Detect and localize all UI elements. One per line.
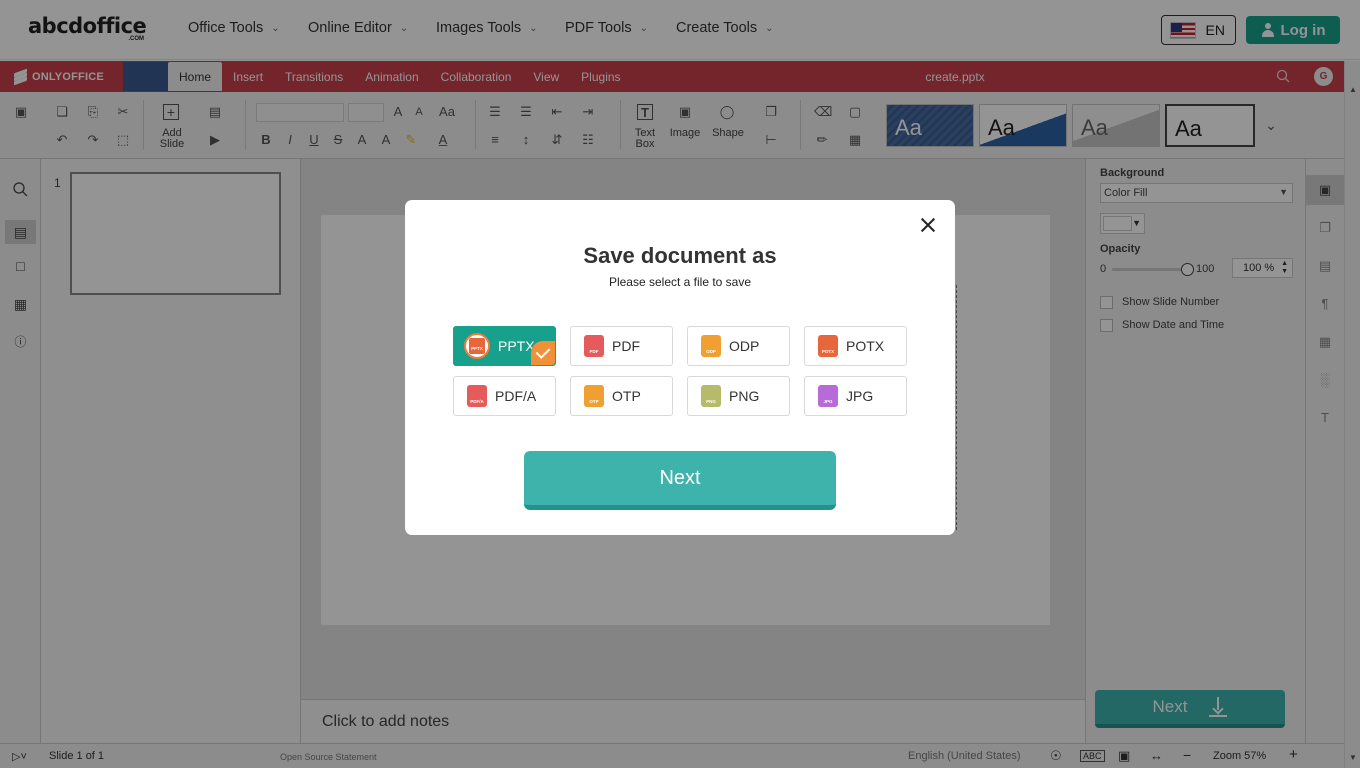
dialog-title: Save document as <box>583 243 777 268</box>
format-label: OTP <box>612 388 641 404</box>
format-option-otp[interactable]: OTP OTP <box>570 376 673 416</box>
format-label: PDF <box>612 338 640 354</box>
format-label: ODP <box>729 338 760 354</box>
jpg-file-icon: JPG <box>818 385 838 407</box>
format-option-pdfa[interactable]: PDF/A PDF/A <box>453 376 556 416</box>
format-option-jpg[interactable]: JPG JPG <box>804 376 907 416</box>
format-label: POTX <box>846 338 885 354</box>
pdfa-file-icon: PDF/A <box>467 385 487 407</box>
png-file-icon: PNG <box>701 385 721 407</box>
close-icon[interactable] <box>918 215 938 235</box>
odp-file-icon: ODP <box>701 335 721 357</box>
format-option-odp[interactable]: ODP ODP <box>687 326 790 366</box>
potx-file-icon: POTX <box>818 335 838 357</box>
next-button[interactable]: Next <box>524 451 836 510</box>
pptx-file-icon: PPTX <box>464 333 490 359</box>
checkmark-icon <box>531 341 555 365</box>
format-option-png[interactable]: PNG PNG <box>687 376 790 416</box>
format-label: JPG <box>846 388 874 404</box>
pdf-file-icon: PDF <box>584 335 604 357</box>
format-label: PDF/A <box>495 388 537 404</box>
dialog-subtitle: Please select a file to save <box>608 275 752 289</box>
format-option-potx[interactable]: POTX POTX <box>804 326 907 366</box>
format-label: PPTX <box>498 338 535 354</box>
otp-file-icon: OTP <box>584 385 604 407</box>
format-label: PNG <box>729 388 760 404</box>
format-option-pdf[interactable]: PDF PDF <box>570 326 673 366</box>
